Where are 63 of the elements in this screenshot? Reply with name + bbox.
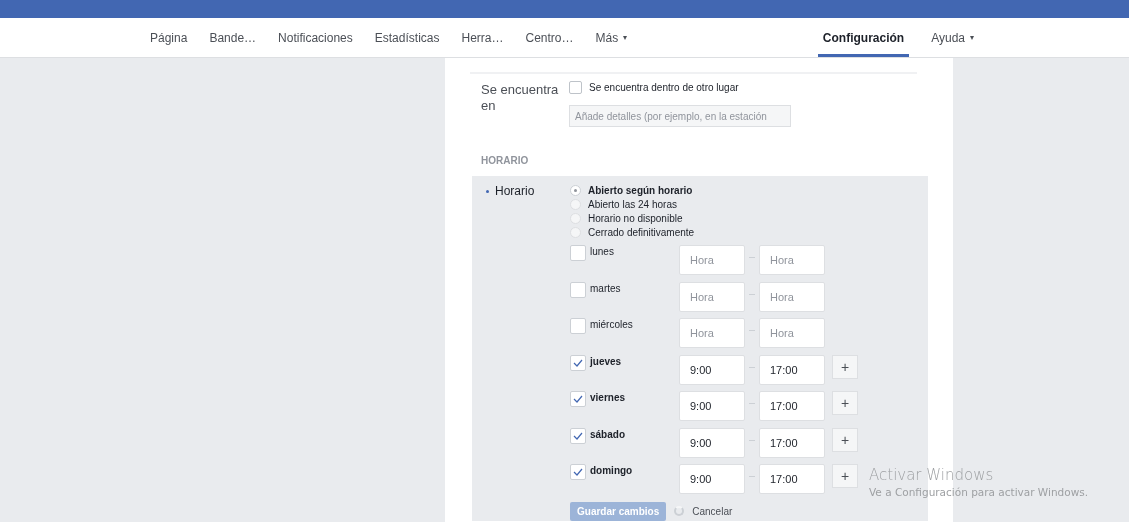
- nav-tab[interactable]: Notificaciones: [278, 18, 353, 57]
- day-label: lunes: [590, 245, 614, 259]
- checkbox[interactable]: [570, 245, 586, 261]
- field-label: Horario: [495, 183, 535, 199]
- radio-button[interactable]: [570, 198, 581, 210]
- check-icon: [573, 468, 583, 476]
- time-field[interactable]: Hora: [759, 318, 825, 348]
- check-icon: [573, 431, 583, 440]
- time-field[interactable]: 17:00: [759, 354, 825, 385]
- checkbox[interactable]: [570, 427, 586, 444]
- check-icon: [573, 395, 583, 403]
- radio-label: Horario no disponible: [588, 211, 683, 226]
- nav-tab[interactable]: Más ▾: [595, 18, 628, 57]
- field-label: Se encuentra en: [481, 81, 560, 115]
- radio-button[interactable]: [570, 226, 581, 238]
- time-field[interactable]: Hora: [759, 245, 825, 275]
- check-icon: [573, 358, 583, 367]
- add-button[interactable]: +: [832, 354, 858, 379]
- time-field[interactable]: 9:00: [679, 391, 745, 421]
- add-button[interactable]: +: [832, 391, 858, 415]
- add-button[interactable]: +: [832, 427, 858, 452]
- day-label: sábado: [590, 427, 625, 442]
- checkbox[interactable]: [570, 318, 586, 334]
- input-field[interactable]: Añade detalles (por ejemplo, en la estación: [569, 105, 791, 127]
- day-label: martes: [590, 281, 621, 296]
- day-label: jueves: [590, 354, 622, 369]
- time-field[interactable]: Hora: [679, 245, 745, 275]
- checkbox[interactable]: [570, 464, 586, 480]
- checkbox[interactable]: [570, 391, 586, 407]
- radio-label: Abierto según horario: [588, 183, 693, 198]
- activation-notice-title: Activar Windows: [869, 466, 995, 484]
- time-field[interactable]: 17:00: [759, 427, 825, 458]
- checkbox[interactable]: [570, 281, 586, 298]
- time-field[interactable]: 9:00: [679, 354, 745, 385]
- add-button[interactable]: +: [832, 464, 858, 488]
- radio-label: Abierto las 24 horas: [588, 197, 677, 212]
- activation-notice-text: Ve a Configuración para activar Windows.: [869, 485, 1089, 500]
- nav-tab[interactable]: Ayuda ▾: [931, 18, 974, 57]
- radio-button[interactable]: [570, 184, 581, 196]
- radio-button[interactable]: [570, 212, 581, 224]
- checkbox[interactable]: [570, 354, 586, 371]
- nav-tab[interactable]: Estadísticas: [374, 18, 440, 57]
- checkbox[interactable]: [569, 81, 582, 94]
- nav-tab[interactable]: Bande…: [209, 18, 257, 57]
- checkbox-label: Se encuentra dentro de otro lugar: [589, 81, 739, 95]
- bullet-icon: [486, 190, 489, 193]
- time-field[interactable]: Hora: [759, 281, 825, 312]
- radio-label: Cerrado definitivamente: [588, 225, 695, 240]
- section-heading: HORARIO: [481, 154, 530, 168]
- day-label: miércoles: [590, 318, 633, 332]
- time-field[interactable]: 17:00: [759, 391, 825, 421]
- cancel-link[interactable]: Cancelar: [692, 503, 733, 519]
- time-field[interactable]: Hora: [679, 318, 745, 348]
- time-field[interactable]: 9:00: [679, 464, 745, 494]
- day-label: domingo: [590, 464, 633, 478]
- nav-tab[interactable]: Centro…: [525, 18, 574, 57]
- day-label: viernes: [590, 391, 626, 405]
- time-field[interactable]: 9:00: [679, 427, 745, 458]
- nav-tab[interactable]: Herra…: [461, 18, 504, 57]
- nav-tab[interactable]: Página: [150, 18, 188, 57]
- time-field[interactable]: Hora: [679, 281, 745, 312]
- time-field[interactable]: 17:00: [759, 464, 825, 494]
- spinner-icon: [674, 506, 685, 516]
